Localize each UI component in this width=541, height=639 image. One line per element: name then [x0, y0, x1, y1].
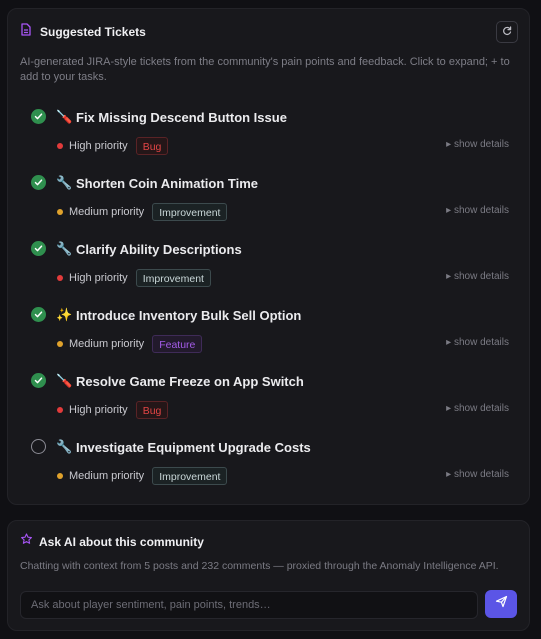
ticket-title[interactable]: Investigate Equipment Upgrade Costs: [76, 440, 311, 455]
check-circle-icon[interactable]: [31, 109, 46, 124]
priority-dot: [57, 473, 63, 479]
ticket-item[interactable]: ✨ Introduce Inventory Bulk Sell Option Med…: [31, 307, 509, 367]
ticket-type-badge: Improvement: [152, 467, 228, 485]
ask-ai-panel: Ask AI about this community Chatting wit…: [7, 520, 530, 631]
ticket-type-badge: Bug: [135, 401, 169, 419]
priority-dot: [57, 209, 63, 215]
ticket-item[interactable]: 🪛 Fix Missing Descend Button Issue High pr…: [31, 109, 509, 169]
priority-dot: [57, 275, 63, 281]
send-icon: [495, 595, 508, 613]
ticket-meta: High priority Bug: [57, 136, 169, 156]
refresh-icon: [502, 23, 512, 41]
check-circle-icon[interactable]: [31, 241, 46, 256]
ticket-title[interactable]: Shorten Coin Animation Time: [76, 176, 258, 191]
ticket-type-badge: Improvement: [152, 203, 228, 221]
tickets-description: AI-generated JIRA-style tickets from the…: [20, 56, 510, 83]
ticket-title[interactable]: Fix Missing Descend Button Issue: [76, 110, 287, 125]
check-circle-icon[interactable]: [31, 307, 46, 322]
check-circle-icon[interactable]: [31, 373, 46, 388]
ticket-type-icon: 🔧: [56, 242, 73, 257]
ticket-item[interactable]: 🔧 Clarify Ability Descriptions High priori…: [31, 241, 509, 301]
ticket-type-badge: Improvement: [135, 269, 211, 287]
priority-label: High priority: [69, 404, 128, 416]
priority-label: Medium priority: [69, 206, 145, 218]
ask-ai-input[interactable]: [20, 591, 478, 619]
check-circle-icon[interactable]: [31, 175, 46, 190]
ticket-title-row[interactable]: 🪛 Fix Missing Descend Button Issue: [56, 110, 287, 125]
empty-circle-icon[interactable]: [31, 439, 46, 454]
ticket-title[interactable]: Introduce Inventory Bulk Sell Option: [76, 308, 301, 323]
ask-ai-header: Ask AI about this community: [20, 533, 204, 551]
ticket-meta: High priority Improvement: [57, 268, 211, 288]
tickets-title: Suggested Tickets: [40, 25, 146, 39]
suggested-tickets-panel: Suggested Tickets AI-generated JIRA-styl…: [7, 8, 530, 505]
ticket-type-icon: 🪛: [56, 374, 73, 389]
document-icon: [20, 23, 32, 41]
priority-label: Medium priority: [69, 338, 145, 350]
ticket-type-icon: 🪛: [56, 110, 73, 125]
ticket-title-row[interactable]: 🪛 Resolve Game Freeze on App Switch: [56, 374, 304, 389]
show-details-link[interactable]: ▸ show details: [446, 337, 509, 348]
send-button[interactable]: [485, 590, 517, 618]
ticket-item[interactable]: 🔧 Investigate Equipment Upgrade Costs Medi…: [31, 439, 509, 499]
priority-label: Medium priority: [69, 470, 145, 482]
ticket-title[interactable]: Resolve Game Freeze on App Switch: [76, 374, 304, 389]
ask-ai-description: Chatting with context from 5 posts and 2…: [20, 560, 499, 572]
ticket-type-icon: ✨: [56, 308, 73, 323]
ticket-meta: High priority Bug: [57, 400, 169, 420]
ticket-title-row[interactable]: 🔧 Shorten Coin Animation Time: [56, 176, 258, 191]
ticket-title[interactable]: Clarify Ability Descriptions: [76, 242, 242, 257]
ticket-title-row[interactable]: 🔧 Clarify Ability Descriptions: [56, 242, 242, 257]
ticket-item[interactable]: 🔧 Shorten Coin Animation Time Medium prior…: [31, 175, 509, 235]
ticket-item[interactable]: 🪛 Resolve Game Freeze on App Switch High p…: [31, 373, 509, 433]
ticket-meta: Medium priority Improvement: [57, 202, 228, 222]
tickets-header: Suggested Tickets: [20, 23, 146, 41]
show-details-link[interactable]: ▸ show details: [446, 403, 509, 414]
show-details-link[interactable]: ▸ show details: [446, 205, 509, 216]
ticket-type-badge: Feature: [152, 335, 203, 353]
ticket-type-badge: Bug: [135, 137, 169, 155]
priority-dot: [57, 143, 63, 149]
show-details-link[interactable]: ▸ show details: [446, 139, 509, 150]
refresh-button[interactable]: [496, 21, 518, 43]
priority-dot: [57, 407, 63, 413]
ticket-title-row[interactable]: ✨ Introduce Inventory Bulk Sell Option: [56, 308, 301, 323]
show-details-link[interactable]: ▸ show details: [446, 271, 509, 282]
show-details-link[interactable]: ▸ show details: [446, 469, 509, 480]
ticket-title-row[interactable]: 🔧 Investigate Equipment Upgrade Costs: [56, 440, 311, 455]
priority-label: High priority: [69, 272, 128, 284]
priority-label: High priority: [69, 140, 128, 152]
ticket-type-icon: 🔧: [56, 176, 73, 191]
ask-ai-title: Ask AI about this community: [39, 535, 204, 549]
sparkle-icon: [20, 533, 33, 551]
priority-dot: [57, 341, 63, 347]
ticket-meta: Medium priority Improvement: [57, 466, 228, 486]
ticket-type-icon: 🔧: [56, 440, 73, 455]
ticket-meta: Medium priority Feature: [57, 334, 203, 354]
